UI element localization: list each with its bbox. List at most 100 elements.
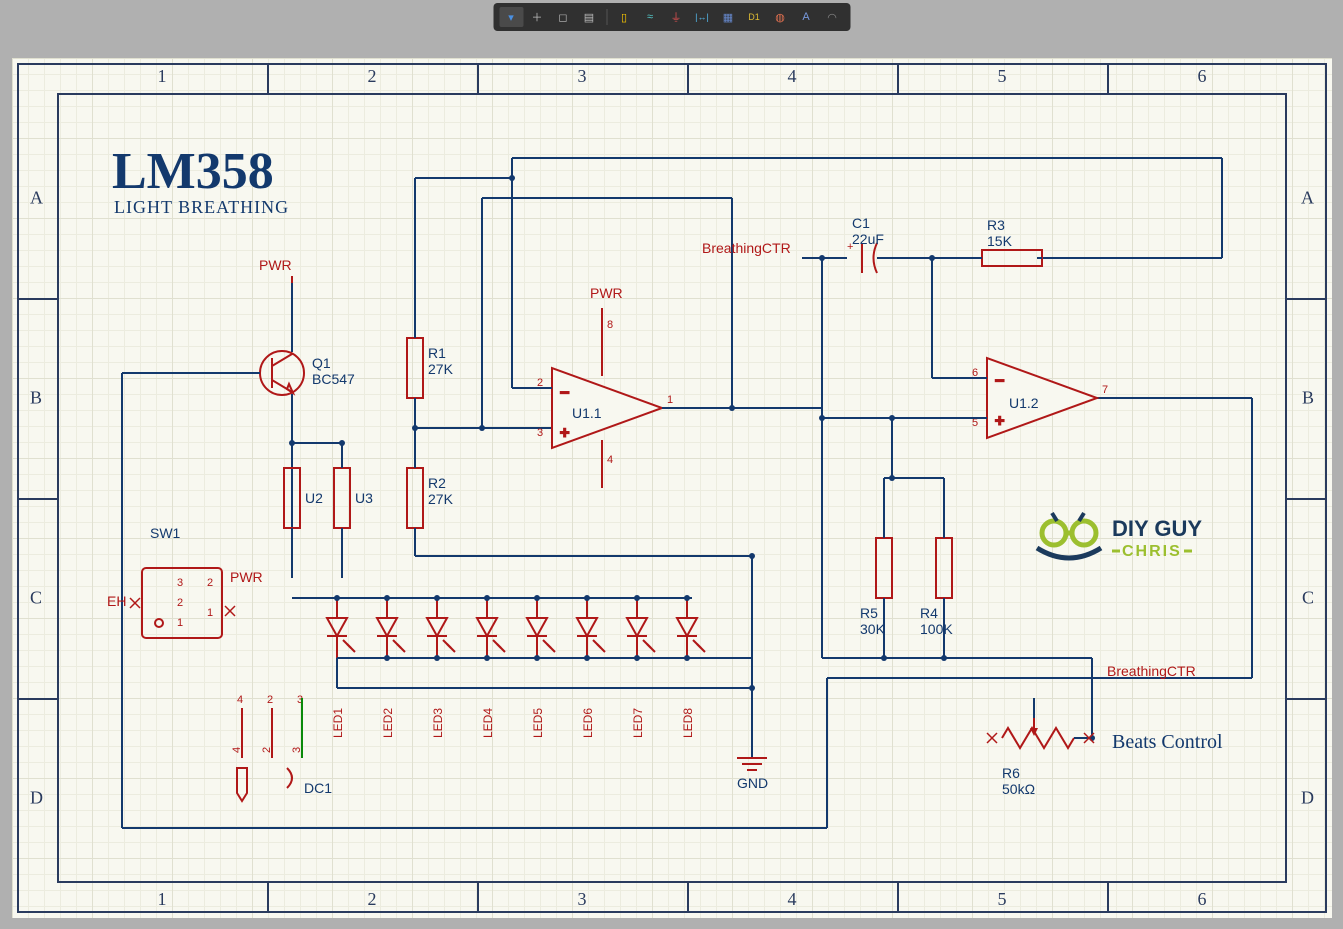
svg-text:R3: R3 [987, 217, 1005, 233]
led[interactable] [577, 595, 605, 658]
resistor-tool[interactable]: ▯ [612, 7, 636, 27]
svg-text:LED6: LED6 [581, 708, 595, 738]
svg-text:LED4: LED4 [481, 708, 495, 738]
potentiometer-r6[interactable]: R6 50kΩ [1002, 718, 1074, 797]
svg-text:4: 4 [237, 694, 243, 706]
transistor-q1[interactable]: Q1 BC547 [260, 351, 355, 395]
led[interactable] [377, 595, 405, 658]
text-tool[interactable]: A [794, 7, 818, 27]
select-tool[interactable]: ◻ [551, 7, 575, 27]
filter-tool[interactable]: ▾ [499, 7, 523, 27]
svg-text:U1.1: U1.1 [572, 405, 602, 421]
svg-text:C1: C1 [852, 215, 870, 231]
resistor-r5[interactable]: R5 30K [860, 538, 892, 637]
svg-text:22uF: 22uF [852, 231, 884, 247]
svg-text:R5: R5 [860, 605, 878, 621]
svg-text:R1: R1 [428, 345, 446, 361]
resistor-r1[interactable]: R1 27K [407, 338, 454, 398]
component-u3[interactable]: U3 [334, 468, 373, 528]
svg-text:100K: 100K [920, 621, 953, 637]
svg-text:GND: GND [737, 775, 768, 791]
svg-text:R4: R4 [920, 605, 938, 621]
svg-text:27K: 27K [428, 361, 454, 377]
led[interactable] [427, 595, 455, 658]
svg-text:3: 3 [537, 427, 543, 439]
svg-text:−: − [995, 373, 1004, 390]
svg-text:BC547: BC547 [312, 371, 355, 387]
net-tool[interactable]: ≈ [638, 7, 662, 27]
opamp-u1-1[interactable]: − + U1.1 2 3 1 4 [537, 368, 673, 466]
svg-text:1: 1 [177, 617, 183, 629]
svg-text:U2: U2 [305, 490, 323, 506]
svg-text:3: 3 [291, 747, 303, 753]
component-u2[interactable]: U2 [284, 468, 323, 528]
measure-tool[interactable]: |↔| [690, 7, 714, 27]
title-sub: LIGHT BREATHING [114, 197, 289, 217]
breathing-ctr-label-1: BreathingCTR [702, 240, 791, 256]
svg-text:50kΩ: 50kΩ [1002, 781, 1035, 797]
crosshair-tool[interactable]: ＋ [525, 7, 549, 27]
svg-text:LED7: LED7 [631, 708, 645, 738]
svg-text:3: 3 [177, 577, 183, 589]
led[interactable] [327, 595, 355, 658]
svg-text:8: 8 [607, 319, 613, 331]
bus-tool[interactable]: ▦ [716, 7, 740, 27]
svg-text:+: + [560, 425, 569, 442]
ground-tool[interactable]: ⏚ [664, 7, 688, 27]
diy-guy-logo: DIY GUY CHRIS [1037, 513, 1202, 560]
svg-text:U1.2: U1.2 [1009, 395, 1039, 411]
svg-text:7: 7 [1102, 384, 1108, 396]
led[interactable] [627, 595, 655, 658]
svg-text:Q1: Q1 [312, 355, 331, 371]
opamp-u1-2[interactable]: − + U1.2 6 5 7 [972, 358, 1108, 438]
led[interactable] [527, 595, 555, 658]
pwr-label-u1: PWR [590, 285, 623, 301]
resistor-r3[interactable]: R3 15K [982, 217, 1042, 266]
resistor-r2[interactable]: R2 27K [407, 468, 454, 528]
svg-text:LED8: LED8 [681, 708, 695, 738]
resistor-r4[interactable]: R4 100K [920, 538, 953, 637]
eh-label: EH [107, 593, 126, 609]
svg-text:CHRIS: CHRIS [1122, 543, 1182, 560]
svg-text:2: 2 [177, 597, 183, 609]
schematic-sheet[interactable]: 1 2 3 4 5 6 1 2 3 4 5 6 A B C D A B C D … [12, 58, 1332, 918]
led[interactable] [477, 595, 505, 658]
title-main: LM358 [112, 143, 274, 200]
switch-sw1[interactable]: SW1 3 2 1 2 1 [142, 525, 222, 638]
svg-text:LED3: LED3 [431, 708, 445, 738]
svg-text:4: 4 [231, 747, 243, 753]
svg-text:LED1: LED1 [331, 708, 345, 738]
svg-text:15K: 15K [987, 233, 1013, 249]
capacitor-c1[interactable]: + C1 22uF [847, 215, 884, 273]
svg-text:DIY GUY: DIY GUY [1112, 516, 1202, 541]
svg-text:R6: R6 [1002, 765, 1020, 781]
breathing-ctr-label-2: BreathingCTR [1107, 663, 1196, 679]
svg-text:SW1: SW1 [150, 525, 181, 541]
svg-text:1: 1 [207, 607, 213, 619]
svg-text:LED5: LED5 [531, 708, 545, 738]
svg-text:2: 2 [261, 747, 273, 753]
svg-text:+: + [995, 413, 1004, 430]
svg-text:27K: 27K [428, 491, 454, 507]
svg-text:−: − [560, 385, 569, 402]
probe-tool[interactable]: ◍ [768, 7, 792, 27]
svg-text:DC1: DC1 [304, 780, 332, 796]
arc-tool[interactable]: ◠ [820, 7, 844, 27]
ground-symbol[interactable]: GND [737, 688, 768, 791]
svg-text:30K: 30K [860, 621, 886, 637]
svg-text:4: 4 [607, 454, 613, 466]
svg-text:U3: U3 [355, 490, 373, 506]
beats-control-label: Beats Control [1112, 731, 1223, 753]
svg-text:R2: R2 [428, 475, 446, 491]
led[interactable] [677, 595, 705, 658]
pwr-label-q1: PWR [259, 257, 292, 273]
svg-text:1: 1 [667, 394, 673, 406]
connector-dc1[interactable]: 4 2 3 4 2 3 DC1 [231, 694, 332, 801]
svg-text:LED2: LED2 [381, 708, 395, 738]
align-tool[interactable]: ▤ [577, 7, 601, 27]
pwr-label-sw1: PWR [230, 569, 263, 585]
svg-text:2: 2 [207, 577, 213, 589]
label-tool[interactable]: D1 [742, 7, 766, 27]
toolbar: ▾ ＋ ◻ ▤ ▯ ≈ ⏚ |↔| ▦ D1 ◍ A ◠ [493, 3, 850, 31]
svg-text:2: 2 [267, 694, 273, 706]
